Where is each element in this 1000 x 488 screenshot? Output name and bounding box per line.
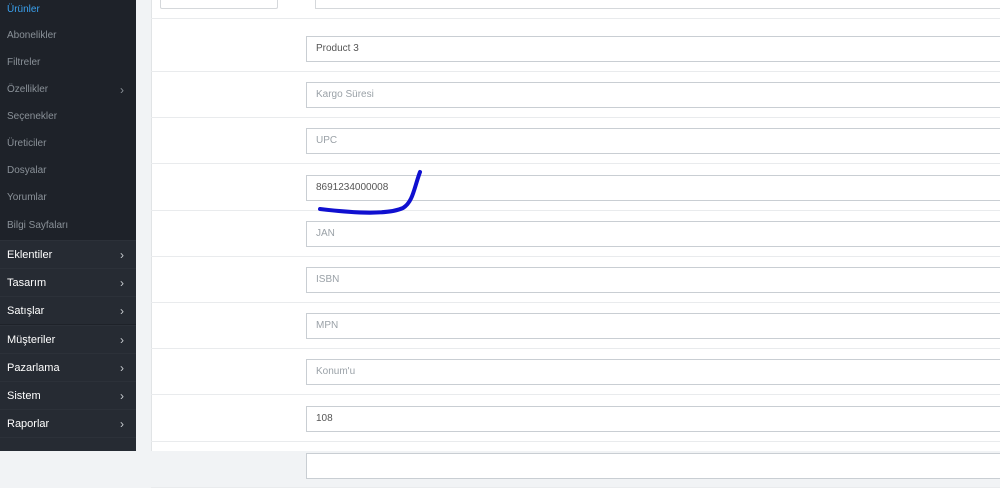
sidebar-item[interactable]: Abonelikler xyxy=(0,22,136,49)
partial-field-top-right[interactable] xyxy=(315,0,1000,9)
sidebar-menu-label: Müşteriler xyxy=(7,333,56,346)
text-input[interactable] xyxy=(306,453,1000,479)
sidebar-item[interactable]: Seçenekler xyxy=(0,103,136,130)
chevron-right-icon: › xyxy=(120,416,124,431)
chevron-right-icon: › xyxy=(120,82,124,97)
sidebar-menu-label: Tasarım xyxy=(7,276,47,289)
sidebar-item[interactable]: Özellikler › xyxy=(0,76,136,103)
chevron-right-icon: › xyxy=(120,303,124,318)
chevron-right-icon: › xyxy=(120,247,124,262)
text-input[interactable]: UPC xyxy=(306,127,1000,154)
sidebar-menu-item[interactable]: Satışlar › xyxy=(0,296,136,324)
sidebar-menu-label: Raporlar xyxy=(7,417,50,430)
form-row: MPN?MPN xyxy=(151,303,1000,349)
sidebar-item[interactable]: Dosyalar xyxy=(0,157,136,184)
sidebar-menu-item[interactable]: Tasarım › xyxy=(0,268,136,296)
sidebar-menu-label: Eklentiler xyxy=(7,248,53,261)
sidebar-item[interactable]: Filtreler xyxy=(0,49,136,76)
form-row xyxy=(151,442,1000,488)
form-row: KDV Dahil Fiyatı108 xyxy=(151,396,1000,442)
sidebar-item[interactable]: Ürünler xyxy=(0,0,136,23)
sidebar-item[interactable]: Yorumlar xyxy=(0,184,136,211)
sidebar-nav: Ürünler Abonelikler Filtreler Özellikler › Se… xyxy=(0,0,136,451)
row-divider xyxy=(151,18,1000,19)
form-row: *Ürün KoduProduct 3 xyxy=(151,26,1000,72)
sidebar-menu-item[interactable]: Eklentiler › xyxy=(0,240,136,268)
sidebar-menu-item[interactable] xyxy=(0,437,136,451)
form-row: UPC?UPC xyxy=(151,118,1000,164)
sidebar-item-label: Ürünler xyxy=(7,4,40,15)
sidebar-item-label: Yorumlar xyxy=(7,192,47,203)
sidebar-menu-label: Sistem xyxy=(7,389,41,402)
sidebar-item-label: Seçenekler xyxy=(7,111,58,122)
sidebar-item-label: Özellikler xyxy=(7,84,49,95)
sidebar-menu-label: Satışlar xyxy=(7,304,45,317)
text-input[interactable]: MPN xyxy=(306,312,1000,339)
text-input[interactable]: JAN xyxy=(306,220,1000,247)
sidebar-menu-item[interactable]: Raporlar › xyxy=(0,409,136,437)
sidebar-item-label: Bilgi Sayfaları xyxy=(7,220,69,231)
text-input[interactable]: Product 3 xyxy=(306,35,1000,62)
form-row: EAN?8691234000008 xyxy=(151,165,1000,211)
sidebar-item[interactable]: Üreticiler xyxy=(0,130,136,157)
form-row: ISBN?ISBN xyxy=(151,257,1000,303)
sidebar-menu-item[interactable]: Pazarlama › xyxy=(0,353,136,381)
form-row: Kargo Süresi?Kargo Süresi xyxy=(151,72,1000,118)
text-input[interactable]: 108 xyxy=(306,405,1000,432)
sidebar-item[interactable]: Bilgi Sayfaları xyxy=(0,212,136,239)
sidebar-item-label: Üreticiler xyxy=(7,138,47,149)
chevron-right-icon: › xyxy=(120,275,124,290)
sidebar-item-label: Filtreler xyxy=(7,57,41,68)
chevron-right-icon: › xyxy=(120,388,124,403)
partial-field-top-left[interactable] xyxy=(160,0,278,9)
chevron-right-icon: › xyxy=(120,360,124,375)
sidebar-menu-item[interactable]: Sistem › xyxy=(0,381,136,409)
chevron-right-icon: › xyxy=(120,332,124,347)
text-input[interactable]: 8691234000008 xyxy=(306,174,1000,201)
form-row: Konum'uKonum'u xyxy=(151,349,1000,395)
sidebar-item-label: Dosyalar xyxy=(7,165,47,176)
text-input[interactable]: Kargo Süresi xyxy=(306,81,1000,108)
sidebar-menu-label: Pazarlama xyxy=(7,361,60,374)
text-input[interactable]: ISBN xyxy=(306,266,1000,293)
form-row: JAN?JAN xyxy=(151,211,1000,257)
sidebar-item-label: Abonelikler xyxy=(7,30,57,41)
text-input[interactable]: Konum'u xyxy=(306,358,1000,385)
sidebar-menu-item[interactable]: Müşteriler › xyxy=(0,325,136,353)
